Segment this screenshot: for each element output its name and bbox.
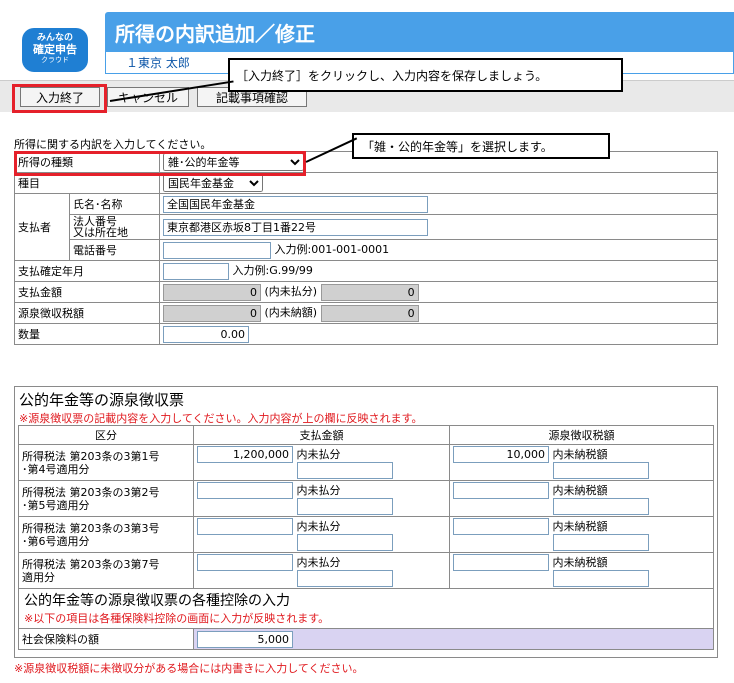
item-select[interactable]: 国民年金基金 <box>163 174 263 192</box>
corp-label-line2: 又は所在地 <box>73 226 128 239</box>
social-insurance-input[interactable]: 5,000 <box>197 630 293 648</box>
app-logo: みんなの 確定申告 クラウド <box>22 28 88 72</box>
pension-table: 区分 支払金額 源泉徴収税額 所得税法 第203条の3第1号 ･第4号適用分 1,… <box>18 425 714 650</box>
pension-title: 公的年金等の源泉徴収票 <box>19 391 185 409</box>
date-label: 支払確定年月 <box>14 260 160 282</box>
payer-label: 支払者 <box>14 193 70 261</box>
pension-row: 所得税法 第203条の3第3号 ･第6号適用分 内未払分 内未納税額 <box>18 516 714 553</box>
social-label: 社会保険料の額 <box>18 628 194 650</box>
payment-input[interactable] <box>197 482 293 499</box>
unpaid-label: 内未払分 <box>296 484 341 497</box>
logo-line3: クラウド <box>41 56 69 64</box>
date-input[interactable] <box>163 262 229 280</box>
unpaid-tax-label: 内未納税額 <box>552 556 608 569</box>
date-example: 入力例:G.99/99 <box>232 264 313 278</box>
amount-field: 0 <box>163 283 261 301</box>
finish-button[interactable]: 入力終了 <box>20 87 100 107</box>
amount-unpaid-field: 0 <box>320 283 419 301</box>
tax-input[interactable] <box>453 482 549 499</box>
category-select[interactable]: 雑･公的年金等 <box>163 153 304 171</box>
item-label: 種目 <box>14 172 160 194</box>
pension-row: 所得税法 第203条の3第7号 適用分 内未払分 内未納税額 <box>18 552 714 589</box>
deduct-block: 公的年金等の源泉徴収票の各種控除の入力 ※以下の項目は各種保険料控除の画面に入力… <box>18 588 714 629</box>
user-name: １東京 太郎 <box>126 56 190 70</box>
payer-name-input[interactable]: 全国国民年金基金 <box>163 195 428 213</box>
page-title: 所得の内訳追加／修正 <box>115 22 315 46</box>
phone-example: 入力例:001-001-0001 <box>274 243 390 257</box>
row-label: 所得税法 第203条の3第2号 ･第5号適用分 <box>18 480 194 517</box>
category-label: 所得の種類 <box>14 151 160 173</box>
unpaid-input[interactable] <box>296 498 393 515</box>
unpaid-input[interactable] <box>296 534 393 551</box>
unpaid-input[interactable] <box>296 570 393 587</box>
unpaid-tax-label: 内未納税額 <box>552 448 608 461</box>
pension-note: ※源泉徴収票の記載内容を入力してください。入力内容が上の欄に反映されます。 <box>19 412 423 425</box>
unpaid-label: 内未払分 <box>296 556 341 569</box>
payment-input[interactable] <box>197 518 293 535</box>
amount-unpaid-label: (内未払分) <box>264 285 318 299</box>
qty-input[interactable]: 0.00 <box>163 325 249 343</box>
payer-address-input[interactable]: 東京都港区赤坂8丁目1番22号 <box>163 218 428 236</box>
payment-input[interactable] <box>197 554 293 571</box>
title-bar: 所得の内訳追加／修正 <box>105 12 734 52</box>
unpaid-tax-input[interactable] <box>552 462 649 479</box>
pension-row: 所得税法 第203条の3第1号 ･第4号適用分 1,200,000 内未払分 10… <box>18 444 714 481</box>
unpaid-tax-input[interactable] <box>552 498 649 515</box>
deduct-title: 公的年金等の源泉徴収票の各種控除の入力 <box>24 593 290 609</box>
pension-row: 所得税法 第203条の3第2号 ･第5号適用分 内未払分 内未納税額 <box>18 480 714 517</box>
row-label: 所得税法 第203条の3第7号 適用分 <box>18 552 194 589</box>
unpaid-tax-input[interactable] <box>552 534 649 551</box>
qty-label: 数量 <box>14 323 160 345</box>
tax-unpaid-label: (内未納額) <box>264 306 318 320</box>
income-form-table: 所得の種類 雑･公的年金等 種目 国民年金基金 支払者 氏名･名称 全国国民年金… <box>14 151 718 345</box>
bottom-note: ※源泉徴収税額に未徴収分がある場合には内書きに入力してください。 <box>14 662 364 675</box>
tax-label: 源泉徴収税額 <box>14 302 160 324</box>
unpaid-tax-label: 内未納税額 <box>552 484 608 497</box>
deduct-note: ※以下の項目は各種保険料控除の画面に入力が反映されます。 <box>24 612 330 625</box>
name-label: 氏名･名称 <box>69 193 160 215</box>
unpaid-tax-label: 内未納税額 <box>552 520 608 533</box>
unpaid-input[interactable] <box>296 462 393 479</box>
corp-label: 法人番号 又は所在地 <box>69 214 160 240</box>
unpaid-tax-input[interactable] <box>552 570 649 587</box>
logo-line2: 確定申告 <box>33 43 77 56</box>
tax-input[interactable] <box>453 518 549 535</box>
callout-finish: ［入力終了］をクリックし、入力内容を保存しましょう。 <box>228 58 623 92</box>
header-payment: 支払金額 <box>193 425 450 445</box>
pension-section: 公的年金等の源泉徴収票 ※源泉徴収票の記載内容を入力してください。入力内容が上の… <box>14 386 718 658</box>
tax-input[interactable]: 10,000 <box>453 446 549 463</box>
unpaid-label: 内未払分 <box>296 448 341 461</box>
phone-label: 電話番号 <box>69 239 160 261</box>
intro-text: 所得に関する内訳を入力してください。 <box>14 138 212 151</box>
payment-input[interactable]: 1,200,000 <box>197 446 293 463</box>
tax-field: 0 <box>163 304 261 322</box>
header-category: 区分 <box>18 425 194 445</box>
amount-label: 支払金額 <box>14 281 160 303</box>
row-label: 所得税法 第203条の3第3号 ･第6号適用分 <box>18 516 194 553</box>
tax-unpaid-field: 0 <box>320 304 419 322</box>
row-label: 所得税法 第203条の3第1号 ･第4号適用分 <box>18 444 194 481</box>
callout-category: 「雑・公的年金等」を選択します。 <box>352 133 610 159</box>
tax-input[interactable] <box>453 554 549 571</box>
phone-input[interactable] <box>163 241 271 259</box>
unpaid-label: 内未払分 <box>296 520 341 533</box>
header-tax: 源泉徴収税額 <box>449 425 714 445</box>
